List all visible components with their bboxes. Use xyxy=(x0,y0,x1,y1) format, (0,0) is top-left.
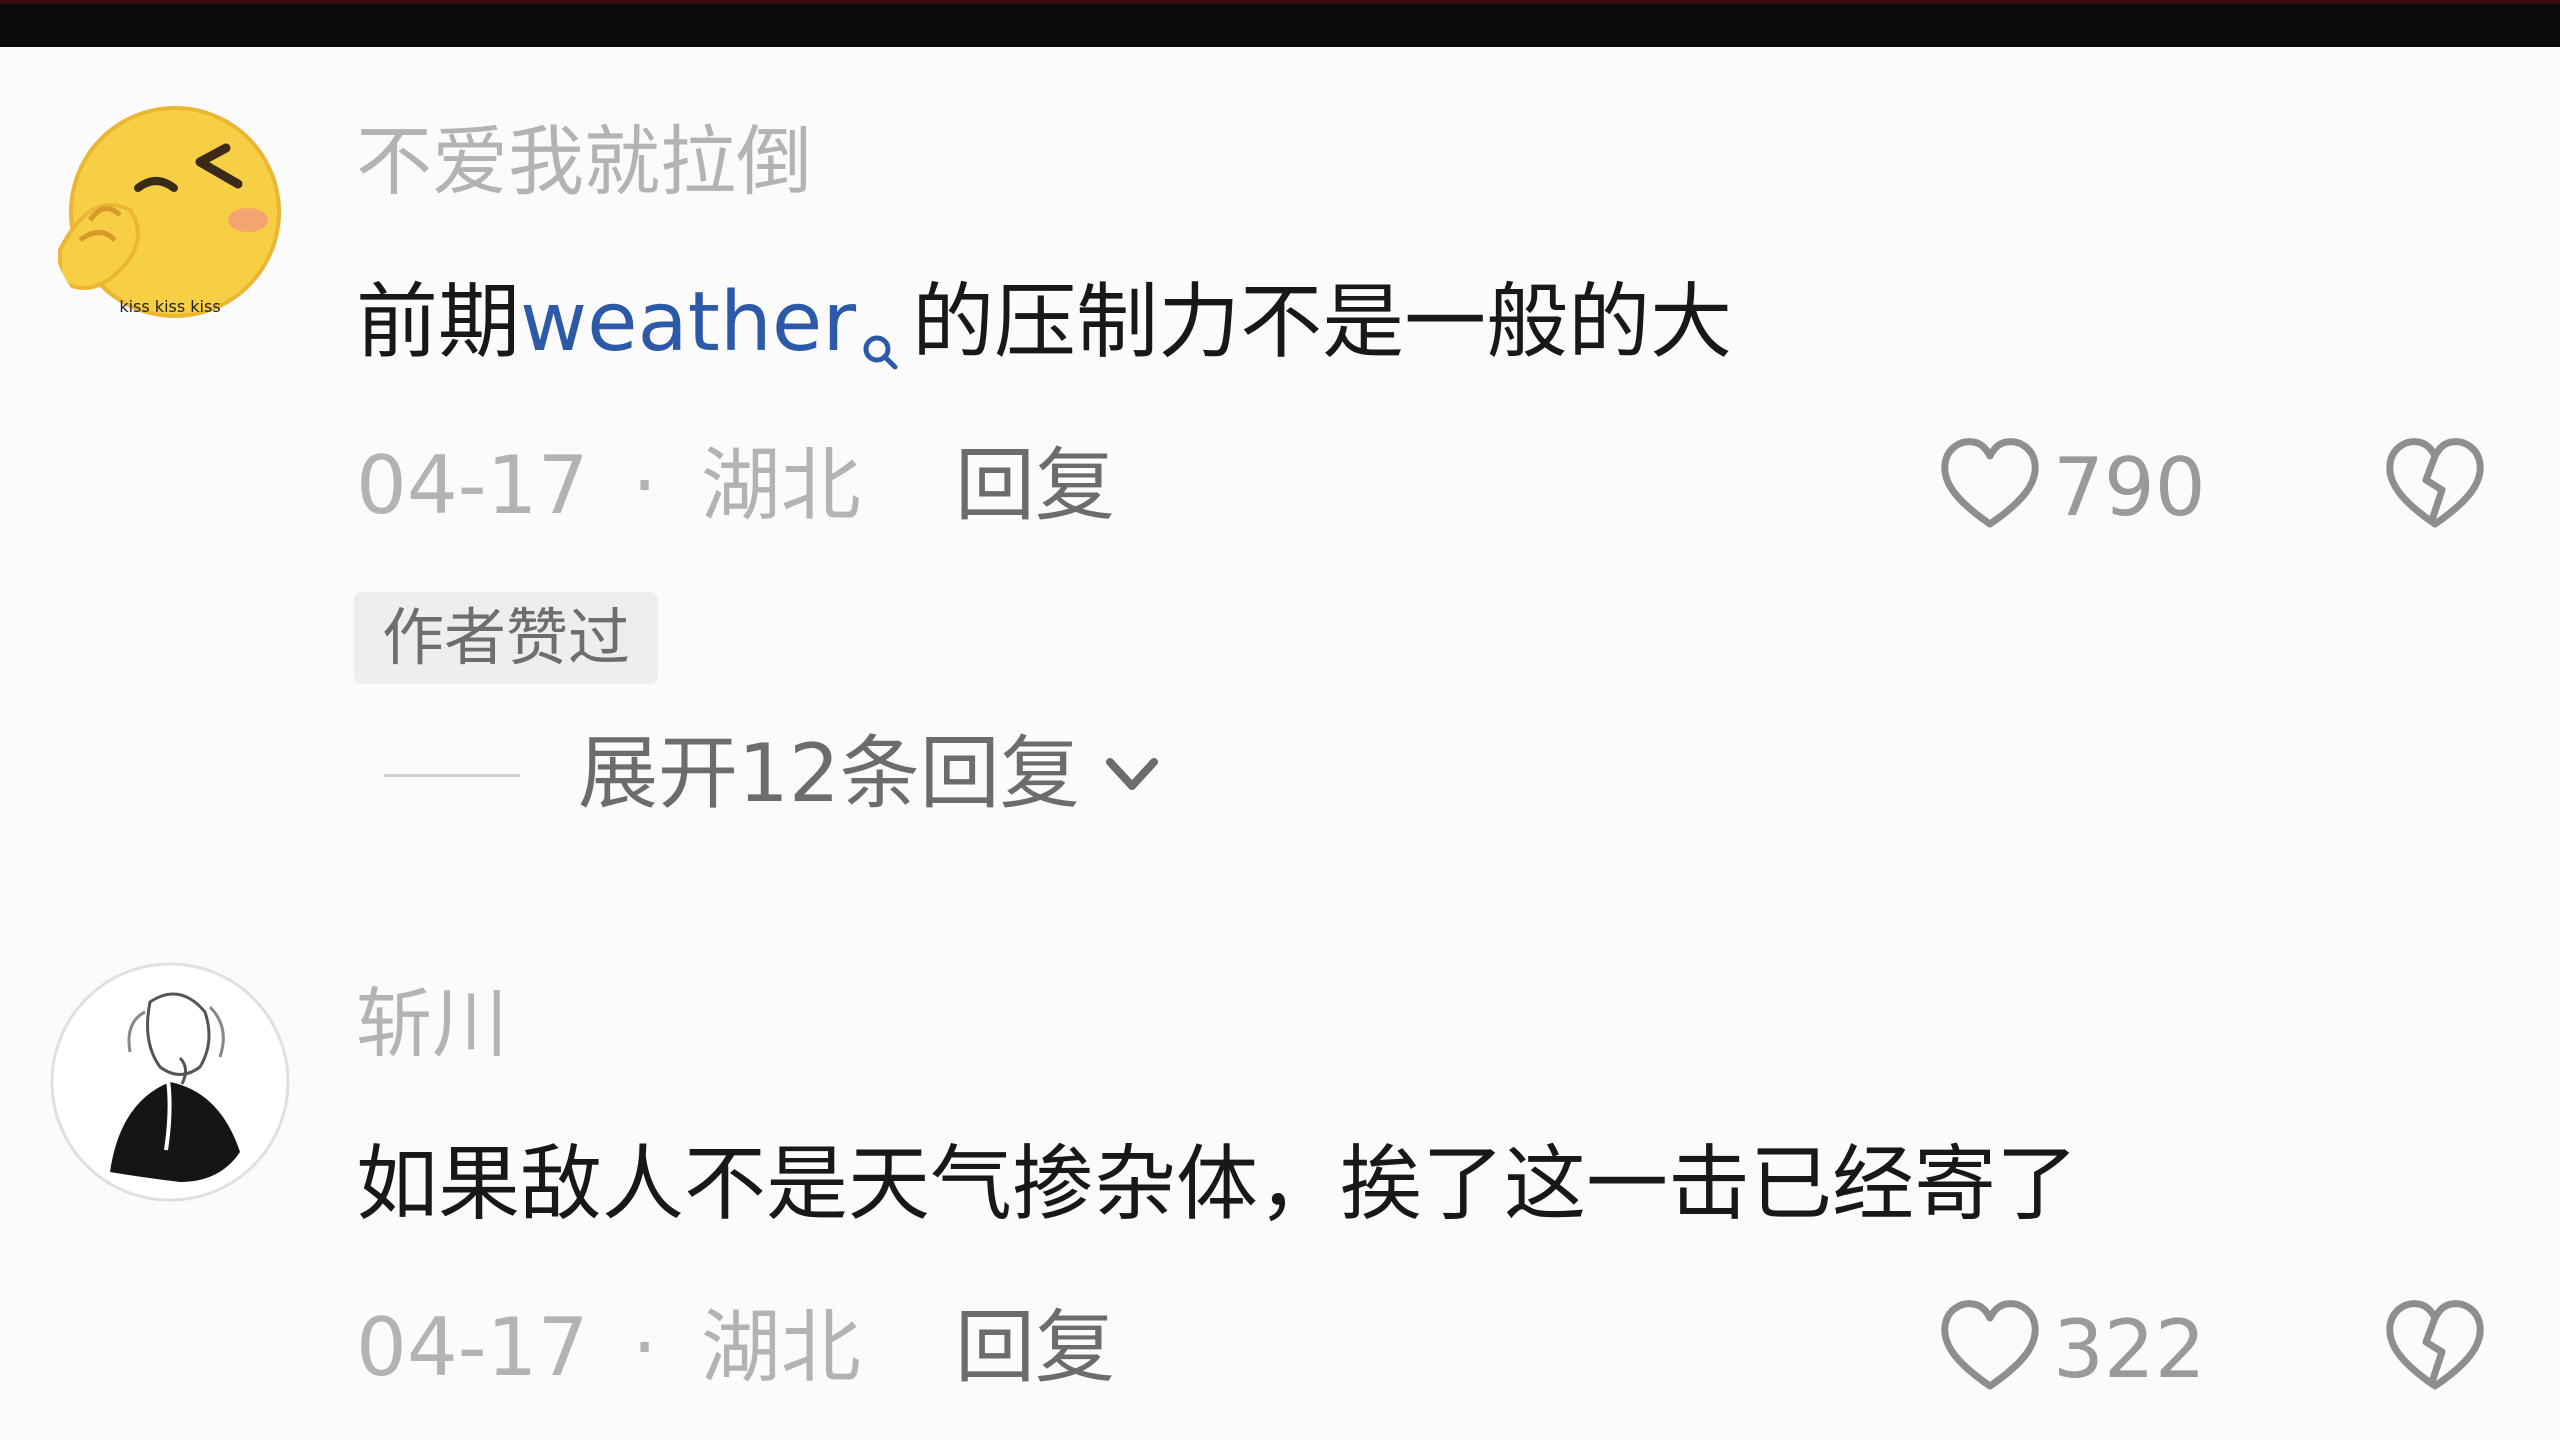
dislike-button[interactable] xyxy=(2380,432,2490,542)
heart-outline-icon xyxy=(1941,1300,2039,1390)
weather-search-link[interactable]: weather xyxy=(520,275,856,370)
expand-replies-label: 展开12条回复 xyxy=(578,727,1080,820)
avatar[interactable] xyxy=(50,962,290,1202)
meta-separator: · xyxy=(631,439,658,532)
username[interactable]: 不爱我就拉倒 xyxy=(356,112,812,212)
search-icon[interactable] xyxy=(860,290,900,400)
reply-button[interactable]: 回复 xyxy=(955,436,1115,536)
meta-separator: · xyxy=(631,1301,658,1394)
like-count: 322 xyxy=(2053,1302,2206,1396)
chevron-down-icon xyxy=(1105,758,1158,790)
broken-heart-icon xyxy=(2386,1300,2484,1390)
comment-date: 04-17 xyxy=(356,439,589,532)
broken-heart-icon xyxy=(2386,438,2484,528)
username[interactable]: 斩川 xyxy=(356,974,508,1074)
video-top-strip xyxy=(0,0,2560,47)
avatar[interactable]: kiss kiss kiss xyxy=(50,100,290,340)
comment-meta: 04-17 · 湖北 xyxy=(356,1298,861,1398)
comment-location: 湖北 xyxy=(700,439,861,532)
comment-text: 前期weather 的压制力不是一般的大 xyxy=(356,268,1732,400)
like-button[interactable]: 790 xyxy=(1935,432,2206,542)
like-button[interactable]: 322 xyxy=(1935,1294,2206,1404)
comment-text: 如果敌人不是天气掺杂体，挨了这一击已经寄了 xyxy=(356,1137,2079,1232)
sketch-avatar-image xyxy=(50,962,290,1202)
emoji-avatar-image: kiss kiss kiss xyxy=(50,100,290,340)
author-liked-badge: 作者赞过 xyxy=(354,592,659,684)
comment-location: 湖北 xyxy=(700,1301,861,1394)
avatar-kiss-text: kiss kiss kiss xyxy=(119,297,220,316)
comment-text-after: 的压制力不是一般的大 xyxy=(912,275,1733,370)
comment-text-before: 前期 xyxy=(356,275,521,370)
like-count: 790 xyxy=(2053,440,2206,534)
dislike-button[interactable] xyxy=(2380,1294,2490,1404)
heart-outline-icon xyxy=(1941,438,2039,528)
comment-meta: 04-17 · 湖北 xyxy=(356,436,861,536)
expand-replies-button[interactable]: 展开12条回复 xyxy=(578,724,1164,824)
comment-date: 04-17 xyxy=(356,1301,589,1394)
expand-divider xyxy=(384,774,520,777)
reply-button[interactable]: 回复 xyxy=(955,1298,1115,1398)
